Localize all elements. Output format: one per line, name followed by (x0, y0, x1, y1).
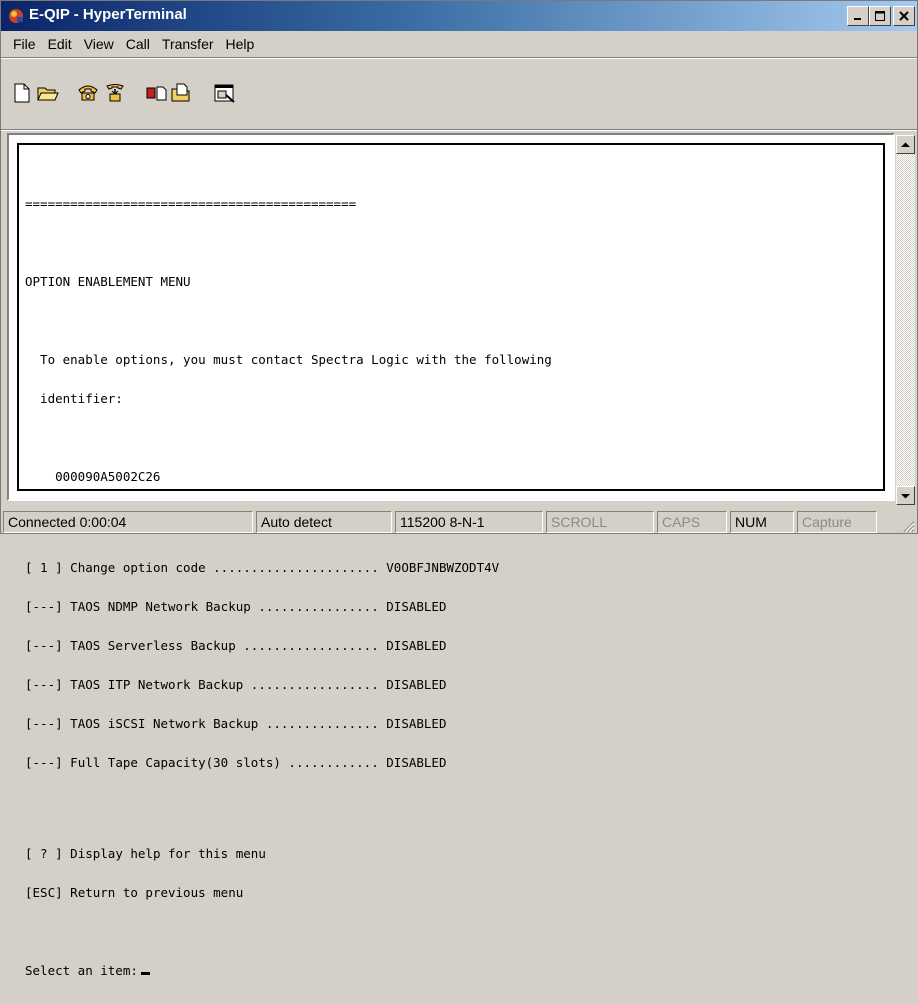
terminal-intro-line-2: identifier: (25, 391, 123, 406)
properties-button[interactable] (212, 81, 238, 105)
option-label: TAOS Serverless Backup .................… (70, 638, 379, 653)
hang-up-icon (106, 84, 124, 102)
window-title: E-QIP - HyperTerminal (29, 6, 187, 23)
option-value: DISABLED (386, 755, 447, 770)
option-key: [ 1 ] (25, 560, 63, 575)
option-key: [---] (25, 638, 63, 653)
menu-help[interactable]: Help (220, 36, 261, 52)
disconnect-button[interactable] (102, 81, 128, 105)
terminal-prompt-row[interactable]: Select an item: (25, 964, 875, 977)
hyperterminal-app-icon (9, 9, 23, 23)
properties-icon (214, 84, 235, 103)
menu-file[interactable]: File (7, 36, 42, 52)
terminal-option-row: [---] TAOS ITP Network Backup ..........… (25, 678, 875, 691)
scroll-down-button[interactable] (896, 486, 915, 505)
maximize-button[interactable] (869, 6, 891, 26)
receive-button[interactable] (169, 81, 195, 105)
phone-icon (78, 85, 98, 101)
option-value: DISABLED (386, 716, 447, 731)
status-num: NUM (730, 511, 794, 533)
close-button[interactable] (893, 6, 915, 26)
terminal-menu-title: OPTION ENABLEMENT MENU (25, 274, 191, 289)
status-detect: Auto detect (256, 511, 392, 533)
terminal-frame: ========================================… (7, 133, 895, 977)
terminal-identifier: 000090A5002C26 (25, 469, 161, 484)
vertical-scrollbar[interactable] (896, 135, 915, 505)
status-caps: CAPS (657, 511, 727, 533)
esc-label: Return to previous menu (70, 885, 244, 900)
terminal-option-row: [---] Full Tape Capacity(30 slots) .....… (25, 756, 875, 769)
text-cursor (140, 972, 150, 975)
menu-transfer[interactable]: Transfer (156, 36, 220, 52)
option-label: TAOS NDMP Network Backup ...............… (70, 599, 379, 614)
menu-bar: File Edit View Call Transfer Help (1, 31, 917, 56)
status-bar: Connected 0:00:04 Auto detect 115200 8-N… (1, 509, 917, 535)
close-icon (899, 11, 909, 21)
maximize-icon (875, 11, 885, 21)
menu-edit[interactable]: Edit (42, 36, 78, 52)
help-key: [ ? ] (25, 846, 63, 861)
toolbar (1, 59, 917, 129)
connect-button[interactable] (75, 81, 101, 105)
toolbar-separator (1, 129, 917, 131)
terminal-esc-row: [ESC] Return to previous menu (25, 886, 875, 899)
minimize-icon (854, 18, 861, 20)
option-label: TAOS iSCSI Network Backup ..............… (70, 716, 379, 731)
option-value: DISABLED (386, 599, 447, 614)
new-button[interactable] (9, 81, 35, 105)
status-connection: Connected 0:00:04 (3, 511, 253, 533)
terminal-prompt: Select an item: (25, 963, 138, 978)
status-settings: 115200 8-N-1 (395, 511, 543, 533)
terminal-screen[interactable]: ========================================… (17, 143, 885, 977)
open-button[interactable] (35, 81, 61, 105)
open-folder-icon (37, 87, 59, 101)
scroll-up-button[interactable] (896, 135, 915, 154)
option-label: Full Tape Capacity(30 slots) ...........… (70, 755, 379, 770)
receive-file-icon (171, 83, 190, 102)
new-document-icon (14, 83, 30, 103)
option-key: [---] (25, 716, 63, 731)
menu-view[interactable]: View (78, 36, 120, 52)
send-file-icon (146, 86, 167, 101)
option-value: DISABLED (386, 638, 447, 653)
option-value: DISABLED (386, 677, 447, 692)
send-button[interactable] (144, 81, 170, 105)
option-key: [---] (25, 755, 63, 770)
arrow-down-icon (901, 493, 910, 498)
terminal-help-row: [ ? ] Display help for this menu (25, 847, 875, 860)
terminal-text: ========================================… (25, 171, 875, 1003)
menu-call[interactable]: Call (120, 36, 156, 52)
status-capture: Capture (797, 511, 877, 533)
minimize-button[interactable] (847, 6, 869, 26)
arrow-up-icon (901, 142, 910, 147)
option-label: Change option code .....................… (70, 560, 379, 575)
terminal-divider: ========================================… (25, 196, 357, 211)
terminal-option-row: [---] TAOS Serverless Backup ...........… (25, 639, 875, 652)
terminal-intro-line-1: To enable options, you must contact Spec… (25, 352, 552, 367)
option-value: V0OBFJNBWZODT4V (386, 560, 500, 575)
status-scroll: SCROLL (546, 511, 654, 533)
hyperterminal-window: E-QIP - HyperTerminal File Edit View Cal… (0, 0, 918, 977)
option-key: [---] (25, 599, 63, 614)
terminal-option-row: [ 1 ] Change option code ...............… (25, 561, 875, 574)
title-bar[interactable]: E-QIP - HyperTerminal (1, 1, 917, 31)
option-label: TAOS ITP Network Backup ................… (70, 677, 379, 692)
option-key: [---] (25, 677, 63, 692)
help-label: Display help for this menu (70, 846, 266, 861)
terminal-option-row: [---] TAOS NDMP Network Backup .........… (25, 600, 875, 613)
resize-grip-icon[interactable] (901, 519, 915, 533)
esc-key: [ESC] (25, 885, 63, 900)
terminal-option-row: [---] TAOS iSCSI Network Backup ........… (25, 717, 875, 730)
